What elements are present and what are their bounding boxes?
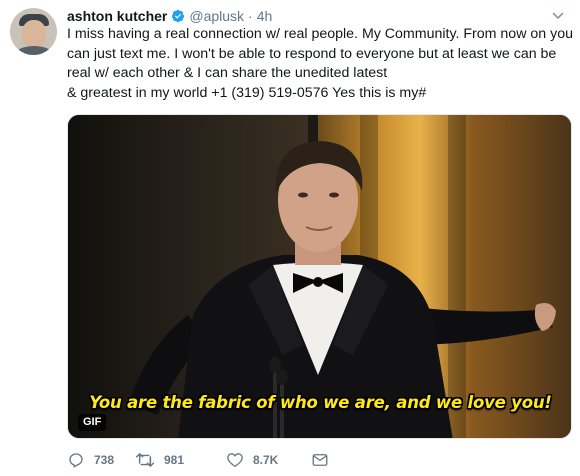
tweet-text: I miss having a real connection w/ real … [67,25,577,103]
avatar-body [14,46,54,55]
reply-count: 738 [94,453,115,467]
gif-caption: You are the fabric of who we are, and we… [89,393,552,412]
avatar-face [22,20,46,48]
verified-badge-icon [171,9,185,23]
heart-icon [226,451,244,469]
direct-message-button[interactable] [311,451,329,469]
tweet-text-line: real w/ each other & I can share the une… [67,65,388,81]
action-bar: 738 981 8.7K [67,450,329,470]
retweet-count: 981 [164,453,185,467]
like-button[interactable]: 8.7K [226,451,311,469]
timestamp[interactable]: 4h [257,8,273,24]
separator-dot: · [248,8,253,24]
direct-message-icon [311,451,329,469]
like-count: 8.7K [253,453,279,467]
tweet-card[interactable]: ashton kutcher @aplusk · 4h I miss havin… [0,0,580,476]
author-handle[interactable]: @aplusk [189,8,244,24]
chevron-down-icon[interactable] [551,9,565,23]
retweet-button[interactable]: 981 [135,451,226,469]
gif-media[interactable]: You are the fabric of who we are, and we… [67,114,572,439]
avatar[interactable] [10,8,57,55]
tweet-text-line: I miss having a real connection w/ real … [67,26,573,42]
speaker-figure [128,141,556,438]
reply-button[interactable]: 738 [67,451,135,469]
retweet-icon [135,451,155,469]
reply-icon [67,451,85,469]
tweet-text-line: can just text me. I won't be able to res… [67,45,557,62]
tweet-text-line: & greatest in my world +1 (319) 519-0576… [67,84,427,101]
author-name[interactable]: ashton kutcher [67,8,167,24]
gif-badge: GIF [78,414,107,431]
tweet-header: ashton kutcher @aplusk · 4h [67,7,272,25]
